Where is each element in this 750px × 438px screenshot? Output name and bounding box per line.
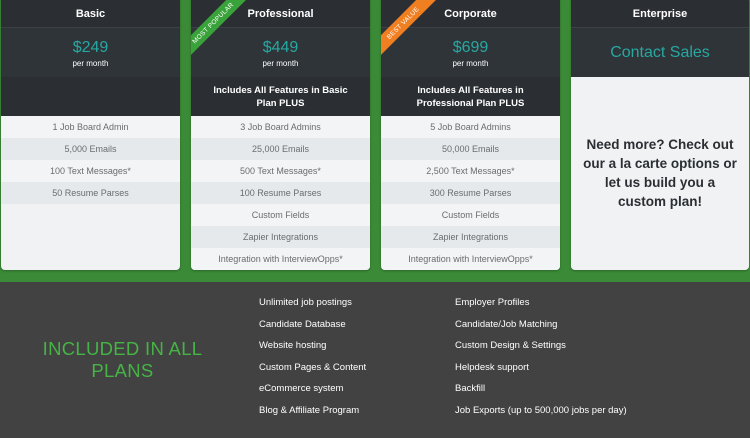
included-feature: Candidate/Job Matching: [455, 318, 558, 330]
pricing-plans: Basic $249 per month 1 Job Board Admin 5…: [0, 0, 750, 282]
included-features-column-1: Unlimited job postings Candidate Databas…: [259, 296, 366, 425]
most-popular-ribbon: MOST POPULAR: [191, 0, 251, 60]
ribbon-corner: MOST POPULAR: [191, 0, 251, 60]
plan-subtitle: Includes All Features in Professional Pl…: [381, 77, 560, 116]
included-title: INCLUDED IN ALL PLANS: [42, 338, 203, 381]
included-feature: Custom Design & Settings: [455, 340, 566, 351]
plan-period: per month: [262, 59, 299, 68]
included-in-all-plans-section: INCLUDED IN ALL PLANS Unlimited job post…: [0, 282, 750, 438]
plan-feature: Zapier Integrations: [381, 226, 560, 248]
enterprise-message: Need more? Check out our a la carte opti…: [571, 77, 749, 268]
plan-card-corporate: Corporate $699 per month Includes All Fe…: [381, 0, 560, 270]
plan-feature: 3 Job Board Admins: [191, 116, 370, 138]
included-features-column-2: Employer Profiles Candidate/Job Matching…: [455, 296, 627, 425]
included-feature: Helpdesk support: [455, 361, 529, 373]
plan-name: Basic: [1, 0, 180, 28]
plan-feature: 1 Job Board Admin: [1, 116, 180, 138]
plan-card-professional: Professional $449 per month Includes All…: [191, 0, 370, 270]
plan-feature: 25,000 Emails: [191, 138, 370, 160]
plan-card-basic: Basic $249 per month 1 Job Board Admin 5…: [1, 0, 180, 270]
included-feature: eCommerce system: [259, 383, 344, 394]
plan-feature: 100 Text Messages*: [1, 160, 180, 182]
plan-feature: 500 Text Messages*: [191, 160, 370, 182]
plan-feature: 5 Job Board Admins: [381, 116, 560, 138]
plan-price: $449: [262, 39, 299, 56]
plan-price: $699: [452, 39, 489, 56]
included-feature: Website hosting: [259, 340, 327, 351]
plan-feature-list: 3 Job Board Admins 25,000 Emails 500 Tex…: [191, 116, 370, 270]
plan-period: per month: [72, 59, 109, 68]
contact-sales-link[interactable]: Contact Sales: [610, 44, 710, 62]
plan-feature: Zapier Integrations: [191, 226, 370, 248]
included-feature: Custom Pages & Content: [259, 361, 367, 373]
plan-card-enterprise: Enterprise Contact Sales Need more? Chec…: [571, 0, 749, 270]
included-feature: Blog & Affiliate Program: [259, 404, 360, 416]
plan-subtitle: Includes All Features in Basic Plan PLUS: [191, 77, 370, 116]
plan-feature: 50,000 Emails: [381, 138, 560, 160]
included-feature: Unlimited job postings: [259, 297, 352, 308]
plan-feature: Custom Fields: [191, 204, 370, 226]
contact-sales-block[interactable]: Contact Sales: [571, 28, 749, 77]
plan-feature-list: 5 Job Board Admins 50,000 Emails 2,500 T…: [381, 116, 560, 270]
included-feature: Backfill: [455, 383, 486, 394]
plan-feature: 5,000 Emails: [1, 138, 180, 160]
plan-feature: 300 Resume Parses: [381, 182, 560, 204]
plan-feature: 50 Resume Parses: [1, 182, 180, 204]
plan-feature: Integration with InterviewOpps*: [381, 248, 560, 270]
included-feature: Candidate Database: [259, 318, 346, 330]
plan-price: $249: [72, 39, 109, 56]
plan-feature: Custom Fields: [381, 204, 560, 226]
plan-price-block: $249 per month: [1, 28, 180, 77]
plan-feature: 100 Resume Parses: [191, 182, 370, 204]
best-value-ribbon: BEST VALUE: [381, 0, 441, 60]
plan-feature: 2,500 Text Messages*: [381, 160, 560, 182]
included-feature: Job Exports (up to 500,000 jobs per day): [455, 404, 627, 416]
plan-feature-list: 1 Job Board Admin 5,000 Emails 100 Text …: [1, 116, 180, 204]
ribbon-corner: BEST VALUE: [381, 0, 441, 60]
plan-period: per month: [452, 59, 489, 68]
plan-subtitle: [1, 77, 180, 116]
included-feature: Employer Profiles: [455, 297, 530, 308]
plan-name: Enterprise: [571, 0, 749, 28]
plan-feature: Integration with InterviewOpps*: [191, 248, 370, 270]
